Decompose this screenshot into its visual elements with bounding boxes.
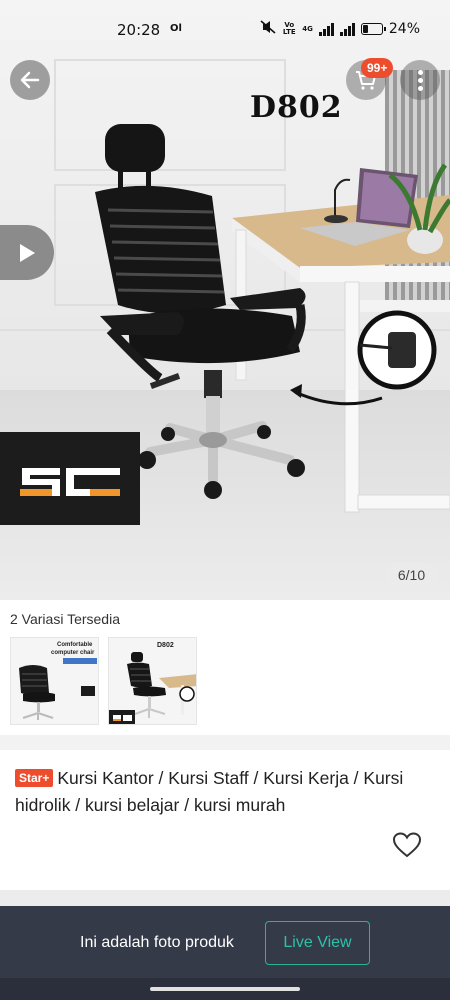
- product-title: Kursi Kantor / Kursi Staff / Kursi Kerja…: [15, 768, 404, 815]
- live-view-button[interactable]: Live View: [265, 921, 370, 965]
- back-button[interactable]: [10, 60, 50, 100]
- sc-logo-graphic: [20, 468, 120, 496]
- signal-2-icon: [339, 22, 355, 36]
- system-nav-area: [0, 978, 450, 1000]
- section-divider: [0, 890, 450, 906]
- product-screen: D802 6/10 20:28 Ol Vo LTE 4G 24% 99+ 2 V…: [0, 0, 450, 1000]
- play-icon: [20, 243, 35, 262]
- status-time: 20:28: [117, 21, 161, 39]
- product-title-block: Star+ Kursi Kantor / Kursi Staff / Kursi …: [15, 765, 435, 819]
- signal-icon: [318, 22, 334, 36]
- status-right-icons: Vo LTE 4G 24%: [260, 20, 420, 38]
- home-gesture-bar[interactable]: [150, 987, 300, 991]
- favorite-button[interactable]: [392, 832, 422, 863]
- brand-logo: [0, 432, 140, 525]
- star-plus-badge: Star+: [15, 769, 54, 787]
- battery-icon: [360, 23, 386, 35]
- model-number-label: D802: [250, 90, 343, 125]
- variations-title: 2 Variasi Tersedia: [10, 611, 120, 627]
- variations-section: 2 Variasi Tersedia Comfortable computer …: [0, 600, 450, 735]
- arrow-left-icon: [20, 71, 40, 89]
- cart-count-badge: 99+: [361, 58, 394, 78]
- more-dot-icon: [417, 85, 423, 91]
- battery-fill: [362, 25, 368, 33]
- heart-icon: [392, 832, 422, 858]
- volte-label: Vo LTE: [282, 21, 296, 36]
- photo-note-text: Ini adalah foto produk: [80, 934, 234, 951]
- more-options-button[interactable]: [400, 60, 440, 100]
- status-extra-indicator: Ol: [170, 23, 182, 34]
- status-bar: 20:28 Ol Vo LTE 4G 24%: [0, 0, 450, 58]
- more-dot-icon: [417, 77, 423, 83]
- variation-thumbnail-2[interactable]: D802: [108, 637, 197, 725]
- battery-percent: 24%: [388, 21, 420, 37]
- mute-icon: [260, 20, 276, 38]
- photo-note-bar: Ini adalah foto produk Live View: [0, 906, 450, 978]
- image-page-counter: 6/10: [385, 563, 438, 587]
- product-title-card: Star+ Kursi Kantor / Kursi Staff / Kursi …: [0, 750, 450, 890]
- play-video-button[interactable]: [0, 225, 54, 280]
- more-dot-icon: [417, 69, 423, 75]
- thumb2-chair-graphic: [109, 652, 196, 724]
- thumb1-chair-graphic: [19, 665, 95, 720]
- variation-thumbnail-1[interactable]: Comfortable computer chair: [10, 637, 99, 725]
- network-4g-label: 4G: [302, 24, 313, 33]
